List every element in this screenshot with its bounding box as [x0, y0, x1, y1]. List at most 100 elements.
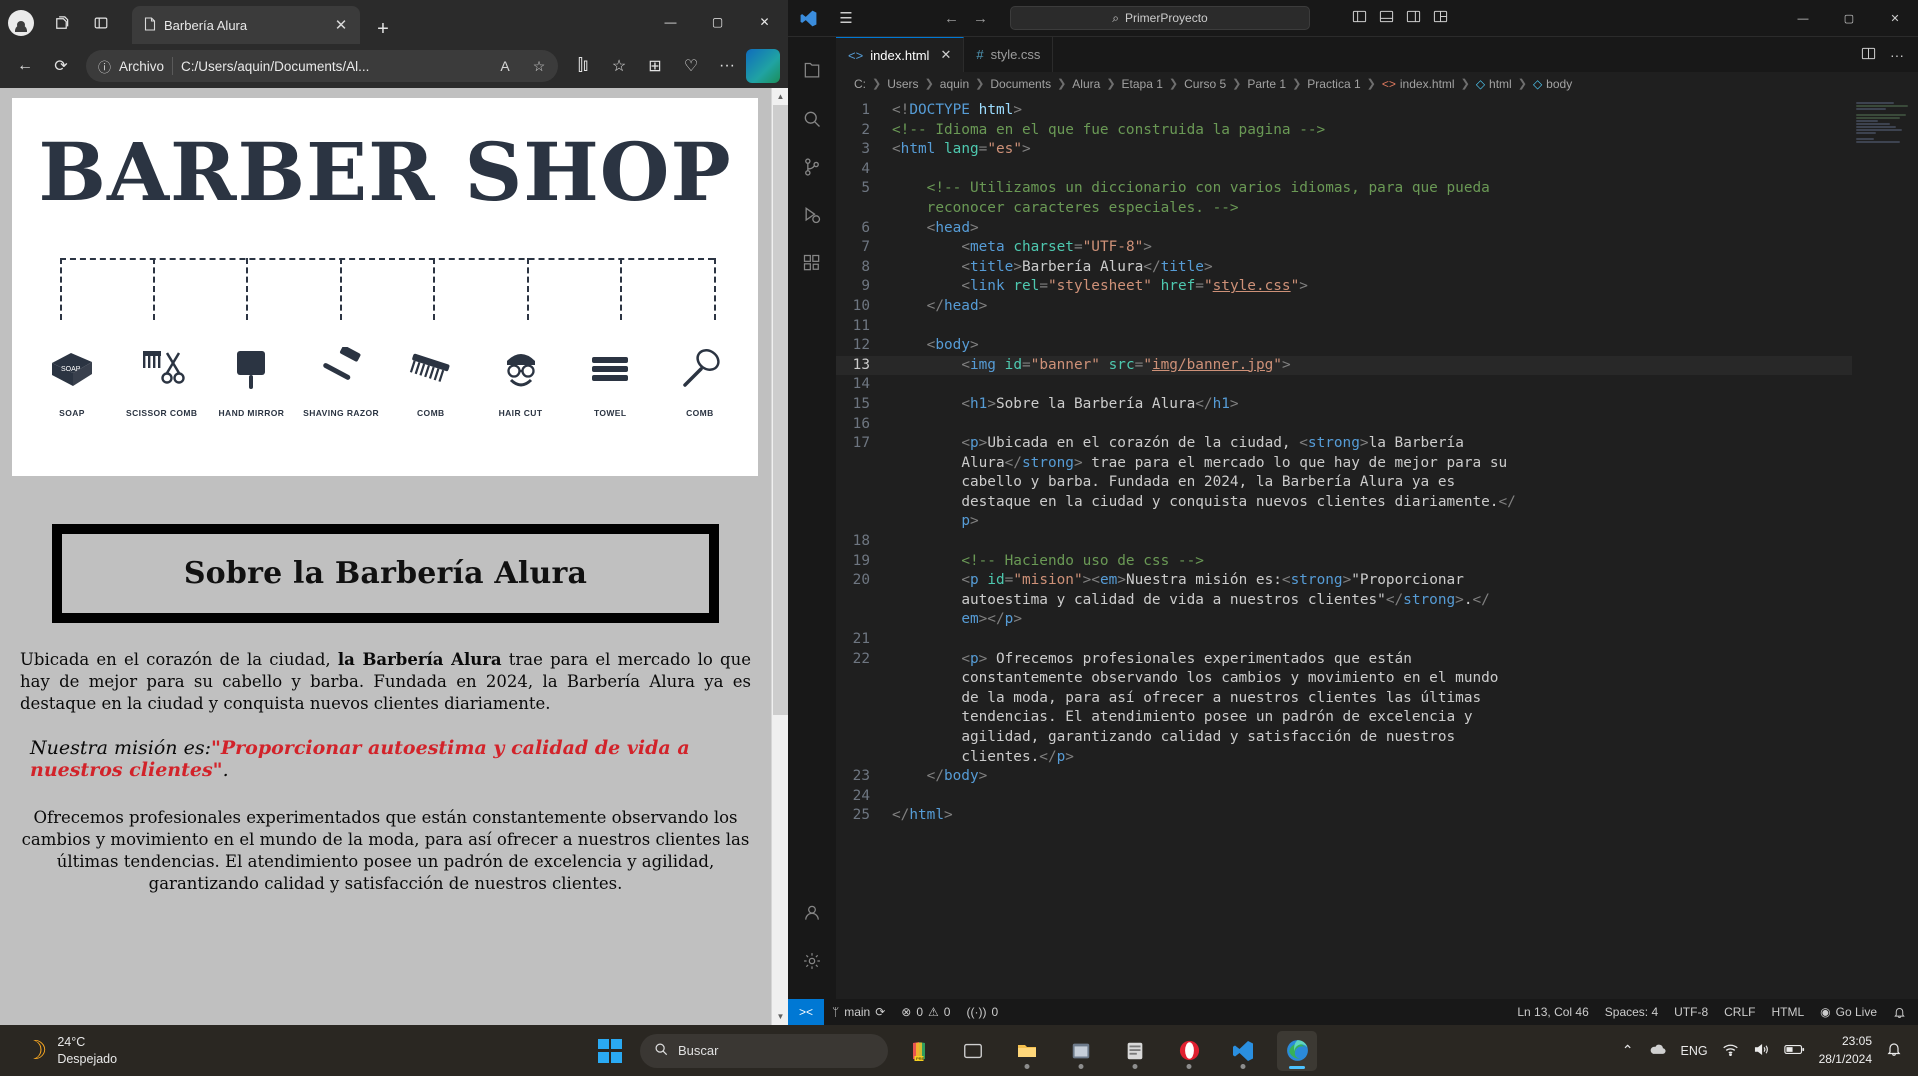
browser-minimize-button[interactable]: —	[647, 0, 694, 44]
line-content[interactable]: <p> Ofrecemos profesionales experimentad…	[892, 650, 1852, 768]
vscode-forward-icon[interactable]: →	[973, 10, 988, 27]
editor-tab-style-css[interactable]: # style.css	[964, 37, 1054, 72]
code-line[interactable]: 3 <html lang="es">	[836, 140, 1852, 160]
activity-search-icon[interactable]	[788, 95, 836, 143]
breadcrumb-item-4[interactable]: Alura	[1072, 77, 1100, 91]
split-editor-icon[interactable]	[1861, 46, 1876, 64]
status-indentation[interactable]: Spaces: 4	[1597, 999, 1666, 1025]
activity-manage-settings-icon[interactable]	[788, 937, 836, 985]
code-editor[interactable]: 1 <!DOCTYPE html> 2 <!-- Idioma en el que f…	[836, 95, 1918, 999]
new-tab-button[interactable]: +	[368, 14, 398, 44]
activity-run-debug-icon[interactable]	[788, 191, 836, 239]
code-line[interactable]: 9 <link rel="stylesheet" href="style.css…	[836, 277, 1852, 297]
line-content[interactable]: </html>	[892, 806, 1852, 826]
activity-accounts-icon[interactable]	[788, 889, 836, 937]
volume-icon[interactable]	[1753, 1042, 1770, 1060]
site-info-icon[interactable]: ⓘ	[98, 57, 111, 76]
breadcrumb-item-0[interactable]: C:	[854, 77, 866, 91]
breadcrumb-item-9[interactable]: index.html	[1400, 77, 1455, 91]
code-line[interactable]: 11	[836, 317, 1852, 337]
code-lines-container[interactable]: 1 <!DOCTYPE html> 2 <!-- Idioma en el que f…	[836, 95, 1852, 999]
line-content[interactable]: <!DOCTYPE html>	[892, 101, 1852, 121]
page-scrollbar[interactable]: ▲ ▼	[771, 88, 788, 1025]
status-branch[interactable]: ᛘ main ⟳	[824, 999, 893, 1025]
line-content[interactable]	[892, 630, 1852, 650]
code-line[interactable]: 8 <title>Barbería Alura</title>	[836, 258, 1852, 278]
browser-essentials-icon[interactable]: ♡	[674, 49, 708, 83]
code-line[interactable]: 7 <meta charset="UTF-8">	[836, 238, 1852, 258]
browser-maximize-button[interactable]: ▢	[694, 0, 741, 44]
code-line[interactable]: 24	[836, 787, 1852, 807]
taskbar-weather-widget[interactable]: ☽ 24°C Despejado	[0, 1034, 117, 1068]
line-content[interactable]	[892, 160, 1852, 180]
breadcrumb-item-2[interactable]: aquin	[940, 77, 969, 91]
taskbar-app-taskview[interactable]	[953, 1031, 993, 1071]
status-notifications-bell-icon[interactable]	[1885, 999, 1918, 1025]
taskbar-app-window[interactable]	[1061, 1031, 1101, 1071]
breadcrumb-item-10[interactable]: html	[1489, 77, 1512, 91]
panel-right-icon[interactable]	[1406, 9, 1421, 27]
editor-more-actions-icon[interactable]: ···	[1890, 47, 1904, 63]
status-problems[interactable]: ⊗ 0 ⚠ 0	[893, 999, 958, 1025]
activity-source-control-icon[interactable]	[788, 143, 836, 191]
line-content[interactable]: <head>	[892, 219, 1852, 239]
scrollbar-thumb[interactable]	[773, 105, 788, 715]
status-cursor-position[interactable]: Ln 13, Col 46	[1509, 999, 1596, 1025]
code-line[interactable]: 12 <body>	[836, 336, 1852, 356]
workspaces-icon[interactable]	[48, 10, 74, 36]
vscode-maximize-button[interactable]: ▢	[1826, 0, 1872, 37]
line-content[interactable]: <link rel="stylesheet" href="style.css">	[892, 277, 1852, 297]
browser-close-button[interactable]: ✕	[741, 0, 788, 44]
code-line[interactable]: 15 <h1>Sobre la Barbería Alura</h1>	[836, 395, 1852, 415]
sync-icon[interactable]: ⟳	[875, 1005, 885, 1019]
code-line[interactable]: 25 </html>	[836, 806, 1852, 826]
vscode-back-icon[interactable]: ←	[944, 10, 959, 27]
breadcrumb-item-3[interactable]: Documents	[990, 77, 1051, 91]
status-encoding[interactable]: UTF-8	[1666, 999, 1716, 1025]
code-line[interactable]: 14	[836, 375, 1852, 395]
code-line[interactable]: 2 <!-- Idioma en el que fue construida la…	[836, 121, 1852, 141]
activity-explorer-icon[interactable]	[788, 47, 836, 95]
address-url-text[interactable]: C:/Users/aquin/Documents/Al...	[181, 59, 484, 74]
favorites-icon[interactable]: ☆	[602, 49, 636, 83]
line-content[interactable]: <!-- Utilizamos un diccionario con vario…	[892, 179, 1852, 218]
line-content[interactable]: <img id="banner" src="img/banner.jpg">	[892, 356, 1852, 376]
language-indicator[interactable]: ENG	[1681, 1044, 1708, 1058]
tray-chevron-icon[interactable]: ⌃	[1622, 1042, 1634, 1059]
read-aloud-icon[interactable]: A	[492, 53, 518, 79]
tab-close-icon[interactable]: ✕	[330, 14, 352, 36]
code-line[interactable]: 17 <p>Ubicada en el corazón de la ciudad…	[836, 434, 1852, 532]
taskbar-app-notes[interactable]	[1115, 1031, 1155, 1071]
code-line[interactable]: 16	[836, 415, 1852, 435]
breadcrumb-item-11[interactable]: body	[1546, 77, 1572, 91]
breadcrumb-item-6[interactable]: Curso 5	[1184, 77, 1226, 91]
taskbar-app-vscode[interactable]	[1223, 1031, 1263, 1071]
code-line[interactable]: 22 <p> Ofrecemos profesionales experimen…	[836, 650, 1852, 768]
breadcrumb-item-7[interactable]: Parte 1	[1247, 77, 1286, 91]
line-content[interactable]	[892, 317, 1852, 337]
browser-tab-barberia-alura[interactable]: Barbería Alura ✕	[132, 6, 360, 44]
code-line[interactable]: 10 </head>	[836, 297, 1852, 317]
taskbar-app-copilot[interactable]: PRE	[899, 1031, 939, 1071]
code-line[interactable]: 19 <!-- Haciendo uso de css -->	[836, 552, 1852, 572]
reload-button[interactable]: ⟳	[44, 49, 78, 83]
line-content[interactable]: <p id="mision"><em>Nuestra misión es:<st…	[892, 571, 1852, 630]
code-line[interactable]: 21	[836, 630, 1852, 650]
line-content[interactable]: <h1>Sobre la Barbería Alura</h1>	[892, 395, 1852, 415]
line-content[interactable]: <meta charset="UTF-8">	[892, 238, 1852, 258]
battery-icon[interactable]	[1783, 1043, 1805, 1059]
code-line[interactable]: 5 <!-- Utilizamos un diccionario con var…	[836, 179, 1852, 218]
status-ports[interactable]: ((·)) 0	[958, 999, 1006, 1025]
status-eol[interactable]: CRLF	[1716, 999, 1763, 1025]
wifi-icon[interactable]	[1722, 1042, 1739, 1060]
scroll-up-arrow[interactable]: ▲	[772, 88, 788, 105]
line-content[interactable]: </head>	[892, 297, 1852, 317]
breadcrumb-item-8[interactable]: Practica 1	[1307, 77, 1360, 91]
line-content[interactable]: <!-- Haciendo uso de css -->	[892, 552, 1852, 572]
line-content[interactable]: <html lang="es">	[892, 140, 1852, 160]
split-screen-icon[interactable]: ⫿⫾	[566, 49, 600, 83]
collections-icon[interactable]: ⊞	[638, 49, 672, 83]
settings-more-icon[interactable]: ···	[710, 49, 744, 83]
taskbar-app-edge[interactable]	[1277, 1030, 1317, 1071]
code-line[interactable]: 1 <!DOCTYPE html>	[836, 101, 1852, 121]
